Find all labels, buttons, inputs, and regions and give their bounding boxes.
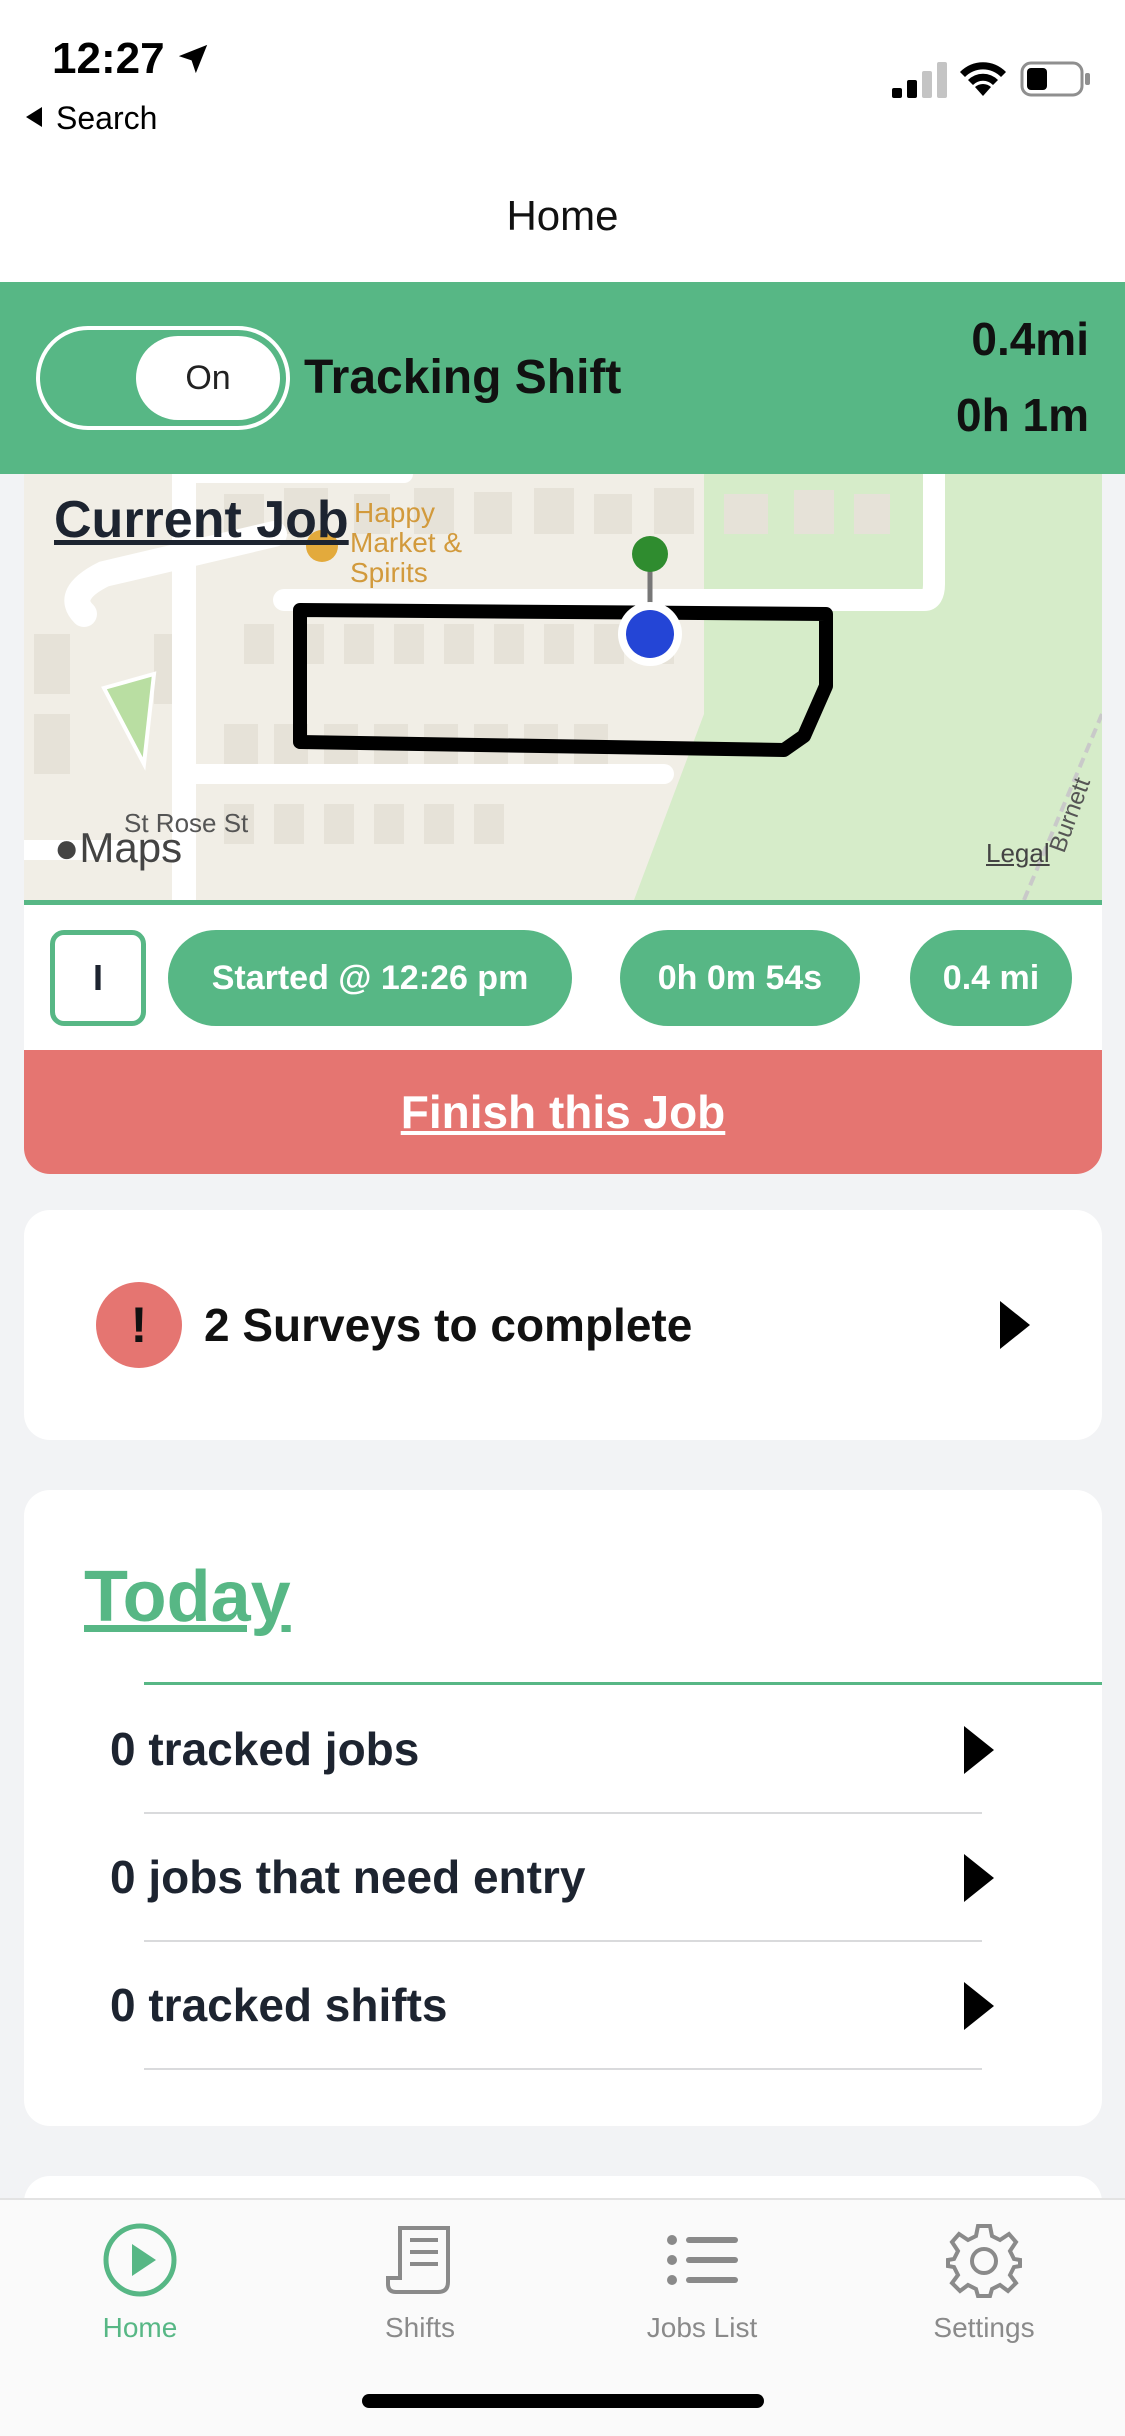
wifi-icon — [960, 62, 1006, 96]
receipt-icon — [386, 2226, 450, 2294]
surveys-card[interactable]: ! 2 Surveys to complete — [24, 1210, 1102, 1440]
map-poi-label-1: Happy — [354, 497, 435, 528]
location-arrow-icon — [178, 44, 208, 74]
tab-home[interactable]: Home — [10, 2220, 270, 2360]
tab-label: Shifts — [384, 2312, 456, 2343]
alert-symbol: ! — [130, 1297, 148, 1353]
job-mode-label: I — [92, 957, 103, 998]
battery-icon — [1020, 61, 1090, 97]
list-item-tracked-jobs[interactable]: 0 tracked jobs — [24, 1686, 1102, 1814]
list-item-jobs-need-entry[interactable]: 0 jobs that need entry — [24, 1814, 1102, 1942]
tab-label: Home — [102, 2312, 178, 2343]
back-to-search-button[interactable]: Search — [26, 100, 157, 137]
tracking-toggle[interactable]: On — [36, 326, 290, 430]
toggle-knob: On — [136, 336, 280, 420]
tracking-shift-title: Tracking Shift — [304, 351, 622, 404]
shift-duration: 0h 1m — [956, 389, 1089, 441]
list-item-label: 0 jobs that need entry — [110, 1851, 586, 1903]
park-area — [634, 474, 1102, 900]
list-item-tracked-shifts[interactable]: 0 tracked shifts — [24, 1942, 1102, 2070]
job-elapsed-chip: 0h 0m 54s — [620, 930, 860, 1026]
tab-jobs-list[interactable]: Jobs List — [572, 2220, 832, 2360]
map-legal-link[interactable]: Legal — [986, 838, 1050, 869]
small-park — [101, 671, 157, 771]
toggle-label: On — [185, 358, 231, 397]
job-distance-chip: 0.4 mi — [910, 930, 1072, 1026]
page-title: Home — [506, 192, 619, 239]
row-divider — [144, 2068, 982, 2070]
surveys-label: 2 Surveys to complete — [204, 1299, 693, 1351]
tab-settings[interactable]: Settings — [854, 2220, 1114, 2360]
status-bar: 12:27 Search — [0, 0, 1125, 170]
list-icon — [667, 2235, 738, 2285]
shift-distance: 0.4mi — [971, 313, 1089, 365]
today-title: Today — [84, 1557, 291, 1637]
gear-icon — [946, 2224, 1022, 2298]
today-divider — [144, 1682, 1102, 1685]
home-indicator — [362, 2394, 764, 2408]
list-item-label: 0 tracked jobs — [110, 1723, 420, 1775]
map-divider — [24, 900, 1102, 905]
map-poi-label-3: Spirits — [350, 557, 428, 588]
apple-logo-icon: ● — [54, 824, 80, 871]
tab-label: Jobs List — [646, 2312, 758, 2343]
play-circle-icon — [103, 2223, 177, 2297]
tracking-shift-banner: On Tracking Shift 0.4mi 0h 1m — [0, 282, 1125, 474]
alert-icon: ! — [96, 1282, 182, 1368]
current-location-icon — [626, 610, 674, 658]
job-started-chip: Started @ 12:26 pm — [168, 930, 572, 1026]
back-triangle-icon — [26, 107, 42, 127]
cellular-signal-icon — [892, 62, 947, 98]
back-label: Search — [56, 100, 158, 136]
route-map[interactable]: Happy Market & Spirits St Rose St Burnet… — [24, 474, 1102, 900]
current-job-card: Happy Market & Spirits St Rose St Burnet… — [24, 474, 1102, 1174]
map-poi-label-2: Market & — [350, 527, 462, 558]
finish-job-button[interactable]: Finish this Job — [24, 1050, 1102, 1174]
tab-label: Settings — [933, 2312, 1035, 2343]
status-time: 12:27 — [52, 34, 165, 83]
job-mode-chip[interactable]: I — [50, 930, 146, 1026]
chevron-right-icon — [964, 1854, 994, 1902]
navigation-bar: Home — [0, 170, 1125, 282]
maps-brand-label: Maps — [79, 824, 183, 871]
list-item-label: 0 tracked shifts — [110, 1979, 448, 2031]
apple-maps-logo: ●Maps — [54, 824, 182, 872]
today-card: Today 0 tracked jobs 0 jobs that need en… — [24, 1490, 1102, 2126]
surveys-chevron-icon — [1000, 1301, 1030, 1349]
job-stats-row: I Started @ 12:26 pm 0h 0m 54s 0.4 mi — [24, 930, 1102, 1026]
start-pin-icon — [632, 536, 668, 572]
tab-shifts[interactable]: Shifts — [290, 2220, 550, 2360]
current-job-heading: Current Job — [54, 491, 349, 549]
chevron-right-icon — [964, 1982, 994, 2030]
chevron-right-icon — [964, 1726, 994, 1774]
